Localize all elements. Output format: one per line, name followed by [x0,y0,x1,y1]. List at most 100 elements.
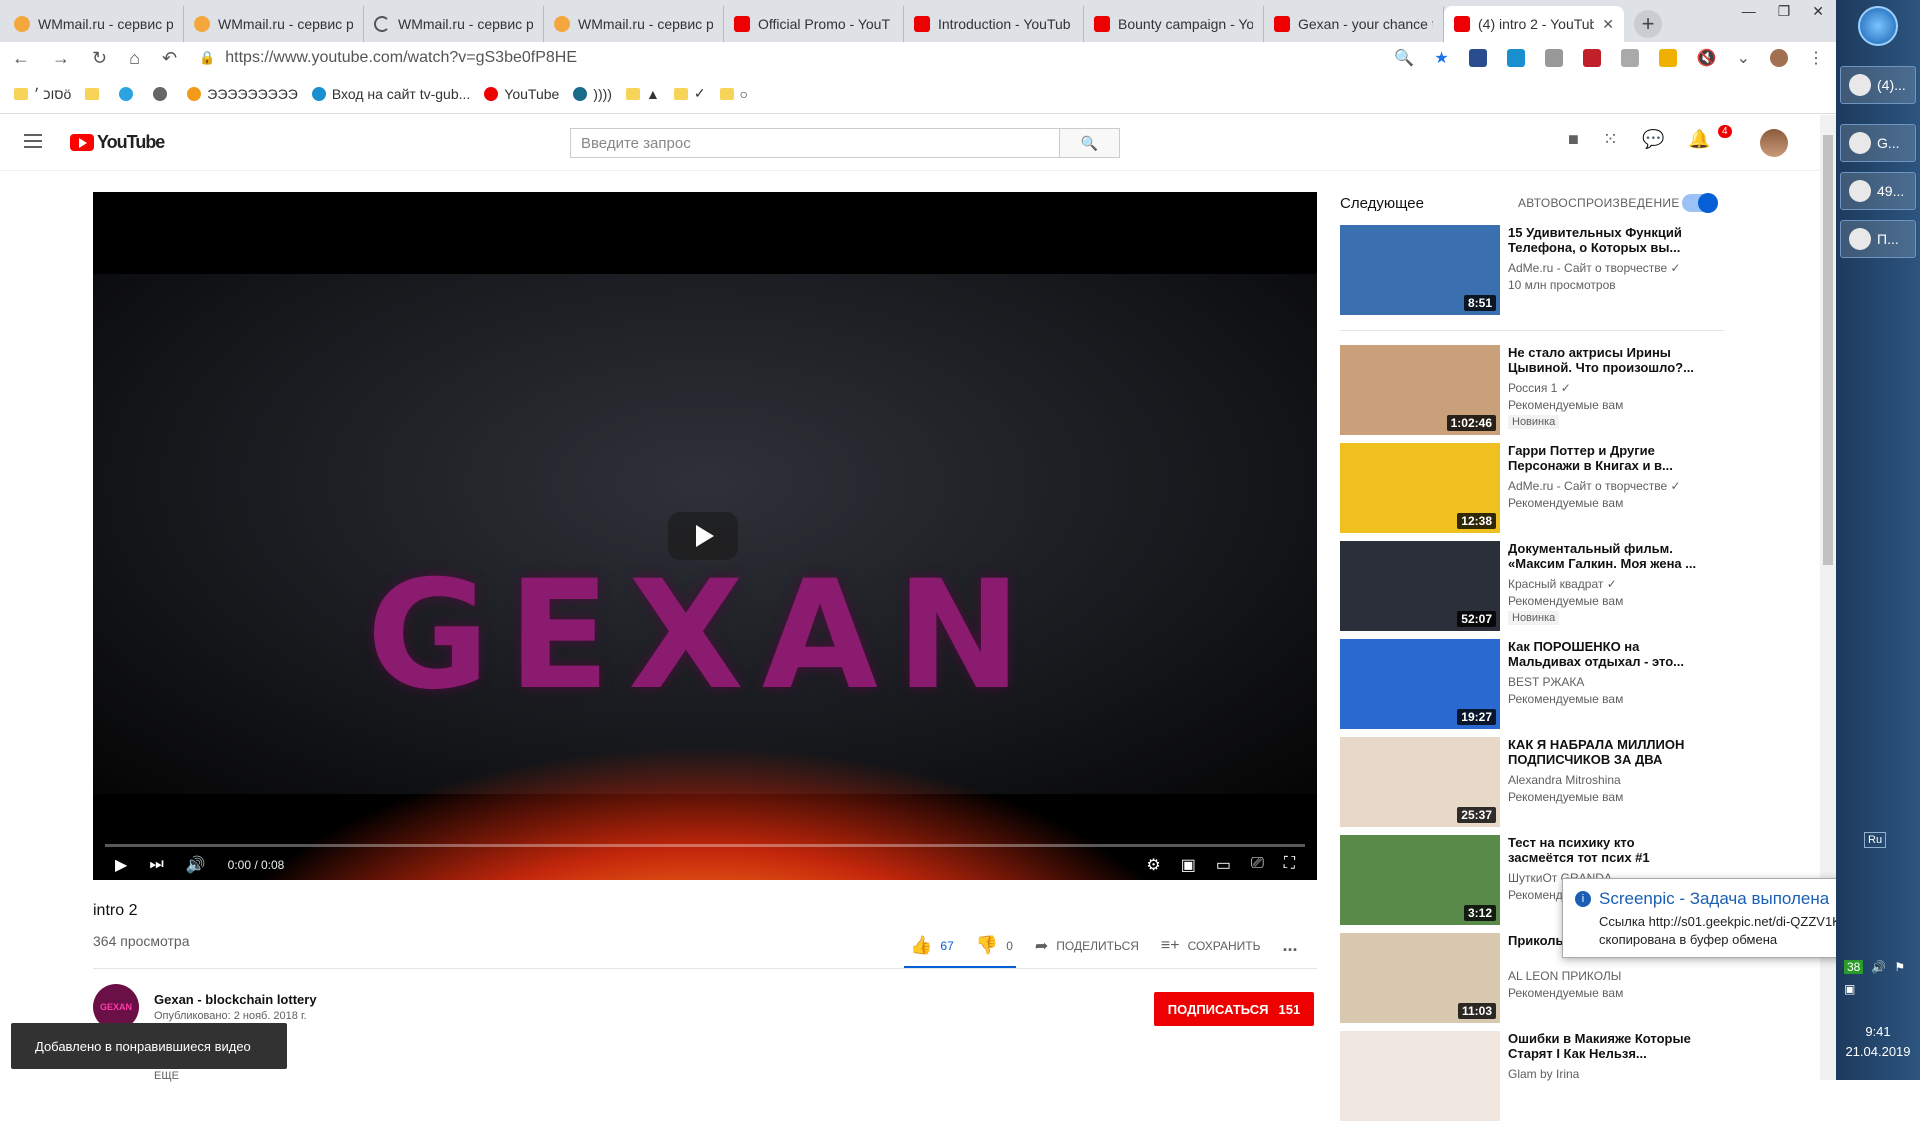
autoplay-toggle[interactable] [1682,193,1718,213]
language-indicator[interactable]: Ru [1864,832,1887,848]
recommendation-title[interactable]: КАК Я НАБРАЛА МИЛЛИОН ПОДПИСЧИКОВ ЗА ДВА… [1508,737,1698,769]
bookmark-item[interactable]: סוכ ׳ö [14,86,71,102]
network-icon[interactable]: ▣ [1844,982,1855,996]
mute-icon[interactable]: 🔇 [1697,48,1717,68]
home-icon[interactable]: ⌂ [129,48,140,69]
play-icon[interactable]: ▶ [115,855,127,875]
account-avatar[interactable] [1760,129,1788,157]
menu-dots-icon[interactable]: ⋮ [1808,48,1824,68]
recommendation-title[interactable]: Не стало актрисы Ирины Цывиной. Что прои… [1508,345,1698,375]
large-play-button[interactable] [668,512,738,560]
close-window-icon[interactable]: ✕ [1812,3,1824,20]
create-video-icon[interactable]: ■ [1568,129,1579,150]
browser-tab[interactable]: (4) intro 2 - YouTube ✕ [1444,6,1624,42]
apps-grid-icon[interactable]: ⁙ [1603,129,1618,150]
tray-badge[interactable]: 38 [1844,960,1864,974]
hamburger-menu-icon[interactable] [24,134,42,148]
video-thumbnail[interactable] [1340,1031,1500,1121]
channel-name[interactable]: Gexan - blockchain lottery [154,992,317,1007]
video-thumbnail[interactable]: 3:12 [1340,835,1500,925]
video-player[interactable]: GEXAN ▶ ⏭ 🔊 0:00 / 0:08 ⚙ ▣ ▭ ⎚ ⛶ [93,192,1317,880]
volume-icon[interactable]: 🔊 [186,855,206,875]
browser-tab[interactable]: WMmail.ru - сервис р [184,6,364,42]
browser-tab[interactable]: WMmail.ru - сервис р [4,6,184,42]
extension-icon[interactable] [1620,49,1639,67]
taskbar-window-button[interactable]: 49... [1840,172,1916,210]
tab-close-icon[interactable]: ✕ [1602,16,1614,33]
browser-tab[interactable]: Gexan - your chance t [1264,6,1444,42]
system-clock[interactable]: 9:41 21.04.2019 [1836,1022,1920,1062]
bookmark-item[interactable]: Вход на сайт tv-gub... [311,86,470,102]
extension-icon[interactable] [1582,49,1601,67]
recommendation-title[interactable]: Тест на психику кто засмеётся тот псих #… [1508,835,1698,865]
video-thumbnail[interactable]: 8:51 [1340,225,1500,315]
more-actions-button[interactable]: ... [1283,935,1298,956]
forward-icon[interactable]: → [52,48,70,69]
bookmark-item[interactable]: ЭЭЭЭЭЭЭЭЭ [187,86,298,102]
browser-tab[interactable]: Official Promo - YouT [724,6,904,42]
recommendation-title[interactable]: Гарри Поттер и Другие Персонажи в Книгах… [1508,443,1698,473]
undo-icon[interactable]: ↶ [162,48,177,69]
video-thumbnail[interactable]: 52:07 [1340,541,1500,631]
url-text[interactable]: https://www.youtube.com/watch?v=gS3be0fP… [225,49,577,67]
speaker-icon[interactable]: 🔊 [1871,960,1886,974]
minimize-icon[interactable]: — [1742,3,1756,19]
recommendation-title[interactable]: 15 Удивительных Функций Телефона, о Кото… [1508,225,1698,255]
restore-icon[interactable]: ❐ [1778,3,1791,20]
scrollbar-thumb[interactable] [1823,135,1833,565]
video-thumbnail[interactable]: 11:03 [1340,933,1500,1023]
search-button[interactable]: 🔍 [1059,129,1119,157]
taskbar-window-button[interactable]: (4)... [1840,66,1916,104]
show-more-link[interactable]: ЕЩЕ [154,1070,179,1082]
messages-icon[interactable]: 💬 [1642,129,1664,150]
youtube-logo[interactable]: YouTube [70,132,165,153]
recommendation-card[interactable]: Ошибки в Макияже Которые Старят I Как Не… [1340,1031,1740,1123]
extension-icon[interactable] [1544,49,1563,67]
bookmark-star-icon[interactable]: ★ [1434,48,1448,68]
browser-tab[interactable]: WMmail.ru - сервис р [544,6,724,42]
recommendation-card[interactable]: 1:02:46 Не стало актрисы Ирины Цывиной. Ч… [1340,345,1740,437]
video-thumbnail[interactable]: 1:02:46 [1340,345,1500,435]
cast-icon[interactable]: ⎚ [1251,855,1264,875]
recommendation-card[interactable]: 19:27 Как ПОРОШЕНКО на Мальдивах отдыхал … [1340,639,1740,731]
video-thumbnail[interactable]: 19:27 [1340,639,1500,729]
video-thumbnail[interactable]: 12:38 [1340,443,1500,533]
back-icon[interactable]: ← [12,48,30,69]
next-icon[interactable]: ⏭ [149,856,163,874]
browser-tab[interactable]: Introduction - YouTub [904,6,1084,42]
recommendation-card[interactable]: 8:51 15 Удивительных Функций Телефона, о … [1340,225,1740,317]
recommendation-card[interactable]: 25:37 КАК Я НАБРАЛА МИЛЛИОН ПОДПИСЧИКОВ З… [1340,737,1740,829]
bookmark-item[interactable]: ▲ [625,86,660,102]
extension-icon[interactable] [1468,49,1487,67]
subscribe-button[interactable]: ПОДПИСАТЬСЯ 151 [1154,992,1314,1026]
bookmark-item[interactable]: )))) [573,86,612,102]
dislike-button[interactable]: 👎 0 [976,935,1013,956]
taskbar-window-button[interactable]: G... [1840,124,1916,162]
address-bar[interactable]: 🔒 https://www.youtube.com/watch?v=gS3be0… [199,49,1349,67]
recommendation-title[interactable]: Ошибки в Макияже Которые Старят I Как Не… [1508,1031,1698,1061]
save-button[interactable]: ≡+ СОХРАНИТЬ [1161,937,1261,955]
bookmark-item[interactable]: ✓ [673,85,706,102]
video-progress-bar[interactable] [105,844,1305,847]
bookmark-item[interactable]: YouTube [484,86,559,102]
settings-gear-icon[interactable]: ⚙ [1146,855,1160,875]
bookmark-item[interactable] [85,87,105,100]
taskbar-window-button[interactable]: П... [1840,220,1916,258]
profile-avatar-icon[interactable] [1770,49,1788,67]
like-button[interactable]: 👍 67 [910,935,954,956]
bookmark-item[interactable] [153,86,173,101]
start-button[interactable] [1858,6,1898,46]
recommendation-title[interactable]: Документальный фильм. «Максим Галкин. Мо… [1508,541,1698,571]
theater-mode-icon[interactable]: ▭ [1216,855,1231,875]
notifications-bell-icon[interactable]: 🔔 [1688,129,1710,150]
browser-tab[interactable]: Bounty campaign - Yo [1084,6,1264,42]
zoom-icon[interactable]: 🔍 [1394,48,1414,68]
extension-icon[interactable] [1506,49,1525,67]
reload-icon[interactable]: ↻ [92,48,107,69]
video-thumbnail[interactable]: 25:37 [1340,737,1500,827]
extension-icon[interactable] [1658,49,1677,67]
bookmark-item[interactable] [119,86,139,101]
miniplayer-icon[interactable]: ▣ [1181,855,1196,875]
browser-tab[interactable]: WMmail.ru - сервис р [364,6,544,42]
fullscreen-icon[interactable]: ⛶ [1284,855,1295,875]
